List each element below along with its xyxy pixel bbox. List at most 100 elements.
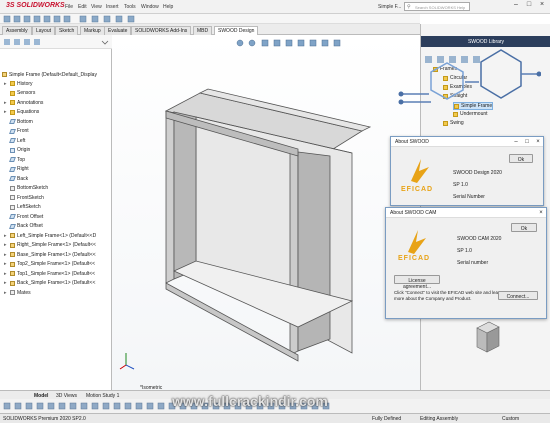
- tree-item[interactable]: ▸ Right_Simple Frame<1> (Default<<: [4, 241, 96, 250]
- ok-button[interactable]: Ok: [509, 154, 533, 163]
- eficad-logo-icon: [411, 159, 429, 183]
- tab-layout[interactable]: Layout: [32, 26, 56, 35]
- tab-mbd[interactable]: MBD: [193, 26, 213, 35]
- eficad-logo-text: EFICAD: [401, 186, 434, 193]
- plane-icon: [9, 223, 16, 229]
- tree-item[interactable]: BottomSketch: [4, 184, 48, 193]
- tab-swood-design[interactable]: SWOOD Design: [214, 26, 259, 35]
- tree-item[interactable]: Bottom: [4, 117, 33, 126]
- expand-arrow-icon[interactable]: ▸: [4, 109, 8, 115]
- tree-item[interactable]: Back: [4, 174, 28, 183]
- tree-item[interactable]: Origin: [4, 146, 30, 155]
- tree-item[interactable]: ▸ Annotations: [4, 98, 43, 107]
- menu-insert[interactable]: Insert: [106, 4, 119, 10]
- plane-icon: [9, 176, 16, 181]
- tree-item[interactable]: ▸ Base_Simple Frame<1> (Default<<: [4, 250, 96, 259]
- view-tool-icon[interactable]: [102, 402, 110, 410]
- command-tabs: Assembly Layout Sketch Markup Evaluate S…: [0, 24, 420, 35]
- tab-assembly[interactable]: Assembly: [2, 26, 32, 35]
- tab-sketch[interactable]: Sketch: [55, 26, 79, 35]
- tree-item[interactable]: Top: [4, 155, 25, 164]
- cam-sp: SP 1.0: [457, 248, 472, 254]
- expand-arrow-icon[interactable]: ▸: [4, 100, 8, 106]
- view-tool-icon[interactable]: [80, 402, 88, 410]
- tree-item[interactable]: Sensors: [4, 89, 35, 98]
- view-tool-icon[interactable]: [135, 402, 143, 410]
- view-tool-icon[interactable]: [69, 402, 77, 410]
- maximize-icon[interactable]: □: [523, 1, 535, 13]
- dialog-maximize-icon[interactable]: □: [522, 138, 532, 146]
- view-tool-icon[interactable]: [146, 402, 154, 410]
- view-tool-icon[interactable]: [25, 402, 33, 410]
- tree-tool-icons: [4, 39, 109, 45]
- menu-help[interactable]: Help: [163, 4, 173, 10]
- part-icon: [10, 261, 15, 267]
- solidworks-logo[interactable]: 3S SOLIDWORKS: [6, 2, 65, 9]
- expand-arrow-icon[interactable]: ▸: [4, 81, 8, 87]
- dialog-minimize-icon[interactable]: –: [511, 138, 521, 146]
- view-tool-icon[interactable]: [47, 402, 55, 410]
- plane-icon: [9, 128, 16, 134]
- tab-evaluate[interactable]: Evaluate: [104, 26, 132, 35]
- menu-file[interactable]: File: [65, 4, 73, 10]
- license-agreement-button[interactable]: License agreement...: [394, 275, 440, 290]
- about-swood-dialog: About SWOOD – □ × EFICAD SWOOD Design 20…: [390, 136, 544, 206]
- swood-sp: SP 1.0: [453, 182, 468, 188]
- expand-arrow-icon[interactable]: ▸: [4, 233, 8, 239]
- sketch-icon: [10, 195, 15, 200]
- expand-arrow-icon[interactable]: ▸: [4, 242, 8, 248]
- tree-item[interactable]: Front Offset: [4, 212, 43, 221]
- tab-addins[interactable]: SOLIDWORKS Add-Ins: [131, 26, 192, 35]
- tree-item[interactable]: ▸ Mates: [4, 288, 31, 297]
- search-input[interactable]: ⚲ Search SOLIDWORKS Help: [404, 2, 470, 11]
- view-tool-icon[interactable]: [91, 402, 99, 410]
- tree-item[interactable]: ▸ History: [4, 79, 33, 88]
- view-tool-icon[interactable]: [58, 402, 66, 410]
- menu-window[interactable]: Window: [141, 4, 159, 10]
- mates-icon: [10, 290, 15, 295]
- title-bar: 3S SOLIDWORKS File Edit View Insert Tool…: [0, 0, 550, 14]
- expand-arrow-icon[interactable]: ▸: [4, 290, 8, 296]
- tree-item[interactable]: FrontSketch: [4, 193, 44, 202]
- origin-icon: [10, 147, 15, 153]
- tree-item[interactable]: ▸ Back_Simple Frame<1> (Default<<: [4, 279, 95, 288]
- minimize-icon[interactable]: –: [510, 1, 522, 13]
- tree-item[interactable]: Back Offset: [4, 222, 43, 231]
- cabinet-model[interactable]: [112, 35, 420, 390]
- view-tool-icon[interactable]: [157, 402, 165, 410]
- close-icon[interactable]: ×: [536, 1, 548, 13]
- tree-root[interactable]: Simple Frame (Default<Default_Display: [2, 70, 97, 79]
- view-tool-icon[interactable]: [113, 402, 121, 410]
- tree-item[interactable]: ▸ Top2_Simple Frame<1> (Default<<: [4, 260, 95, 269]
- connect-button[interactable]: Connect...: [498, 291, 538, 300]
- graphics-viewport[interactable]: *Isometric: [112, 35, 420, 391]
- dialog-close-icon[interactable]: ×: [536, 209, 546, 217]
- expand-arrow-icon[interactable]: ▸: [4, 261, 8, 267]
- view-tool-icon[interactable]: [14, 402, 22, 410]
- menu-view[interactable]: View: [91, 4, 102, 10]
- plane-icon: [9, 119, 16, 124]
- swood-serial-label: Serial Number: [453, 194, 485, 200]
- expand-arrow-icon[interactable]: ▸: [4, 280, 8, 286]
- menu-edit[interactable]: Edit: [78, 4, 87, 10]
- tree-item[interactable]: Left: [4, 136, 25, 145]
- expand-arrow-icon[interactable]: ▸: [4, 252, 8, 258]
- sketch-icon: [10, 204, 15, 210]
- tree-item[interactable]: ▸ Left_Simple Frame<1> (Default<<D: [4, 231, 96, 240]
- menu-tools[interactable]: Tools: [124, 4, 136, 10]
- expand-arrow-icon[interactable]: ▸: [4, 271, 8, 277]
- tree-item-label: History: [17, 80, 33, 87]
- tree-item[interactable]: LeftSketch: [4, 203, 41, 212]
- tree-item[interactable]: Right: [4, 165, 29, 174]
- view-tool-icon[interactable]: [3, 402, 11, 410]
- ok-button[interactable]: Ok: [511, 223, 537, 232]
- part-icon: [10, 233, 15, 238]
- tree-item[interactable]: ▸ Equations: [4, 108, 39, 117]
- dialog-close-icon[interactable]: ×: [533, 138, 543, 146]
- view-tool-icon[interactable]: [124, 402, 132, 410]
- status-units[interactable]: Custom: [502, 416, 519, 422]
- tree-item[interactable]: Front: [4, 127, 29, 136]
- tab-markup[interactable]: Markup: [80, 26, 105, 35]
- view-tool-icon[interactable]: [36, 402, 44, 410]
- tree-item[interactable]: ▸ Top1_Simple Frame<1> (Default<<: [4, 269, 95, 278]
